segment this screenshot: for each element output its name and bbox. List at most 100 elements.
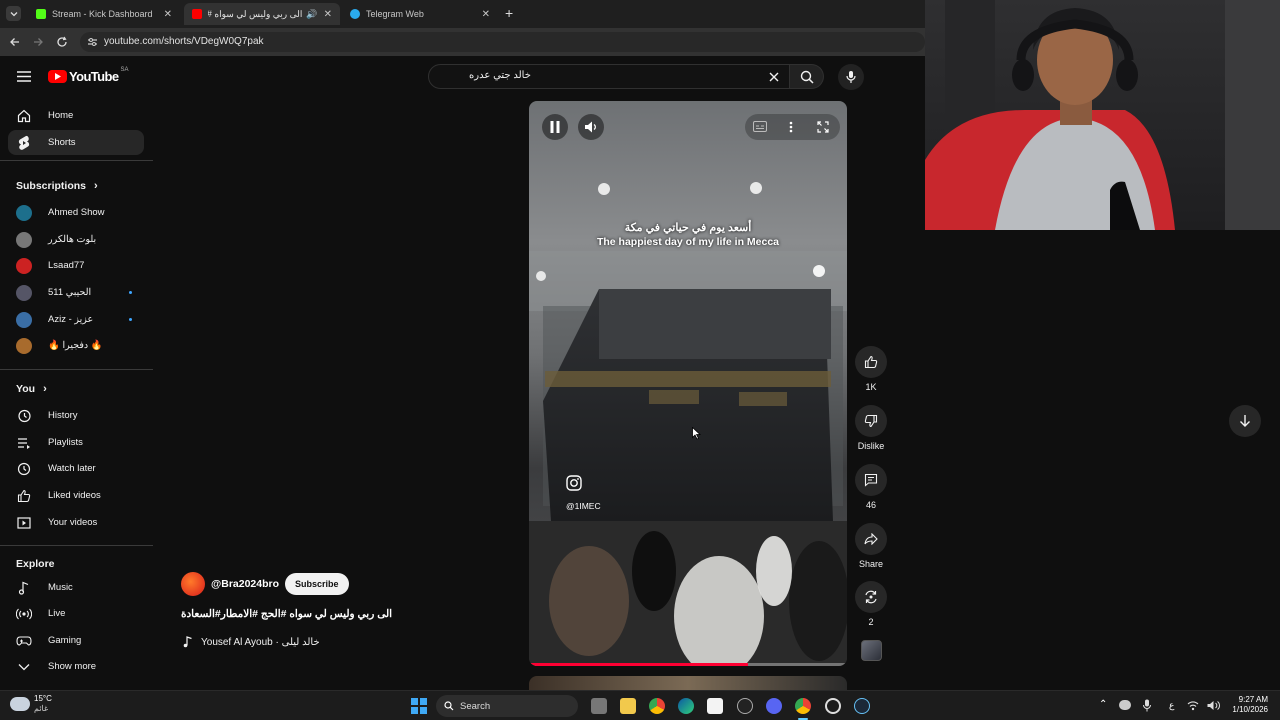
- sidebar-item-subscription[interactable]: بلوت هالكرر: [8, 227, 144, 252]
- clear-search-icon[interactable]: [769, 72, 779, 82]
- sound-label: Yousef Al Ayoub · خالد ليلى: [201, 636, 320, 648]
- chrome-icon[interactable]: [649, 698, 665, 714]
- clock[interactable]: 9:27 AM 1/10/2026: [1228, 695, 1268, 715]
- weather-widget[interactable]: 15°C غائم: [10, 694, 52, 714]
- search-icon: [800, 70, 814, 84]
- live-icon: [16, 606, 32, 622]
- sidebar-item-home[interactable]: Home: [8, 103, 144, 128]
- chatgpt-icon[interactable]: [737, 698, 753, 714]
- thumbs-down-icon: [864, 414, 878, 428]
- sidebar-item-history[interactable]: History: [8, 403, 144, 428]
- telegram-icon: [350, 9, 360, 19]
- sidebar-item-subscription[interactable]: الحيبي 511: [8, 280, 144, 305]
- play-square-icon: [16, 515, 32, 531]
- reload-icon[interactable]: [56, 36, 68, 48]
- tab-audio-icon[interactable]: 🔊: [306, 9, 317, 20]
- new-tab-button[interactable]: +: [505, 5, 513, 21]
- new-content-dot: [129, 291, 132, 294]
- tab-youtube[interactable]: الى ربي وليس لي سواه #الح 🔊 ✕: [184, 3, 340, 25]
- search-box[interactable]: خالد جتي عدره: [428, 64, 790, 89]
- captions-icon[interactable]: [753, 121, 767, 132]
- sidebar-item-shorts[interactable]: Shorts: [8, 130, 144, 155]
- sidebar-item-playlists[interactable]: Playlists: [8, 430, 144, 455]
- kick-icon: [36, 9, 46, 19]
- you-header[interactable]: You ›: [16, 383, 47, 395]
- store-icon[interactable]: [707, 698, 723, 714]
- dislike-button[interactable]: Dislike: [855, 405, 887, 451]
- close-tab-icon[interactable]: ✕: [482, 9, 490, 20]
- sidebar-item-watch-later[interactable]: Watch later: [8, 456, 144, 481]
- task-view-icon[interactable]: [591, 698, 607, 714]
- site-info-icon[interactable]: [87, 37, 98, 47]
- onedrive-icon[interactable]: [1119, 700, 1131, 710]
- weather-cloud-icon: [10, 697, 30, 711]
- voice-search-button[interactable]: [838, 64, 864, 90]
- avatar: [16, 284, 32, 301]
- next-short-preview[interactable]: [529, 676, 847, 690]
- sidebar-item-subscription[interactable]: Lsaad77: [8, 253, 144, 278]
- show-hidden-icons[interactable]: ⌃: [1099, 699, 1107, 710]
- tab-kick[interactable]: Stream - Kick Dashboard ✕: [28, 3, 180, 25]
- comments-button[interactable]: 46: [855, 464, 887, 510]
- subscribe-button[interactable]: Subscribe: [285, 573, 349, 595]
- close-tab-icon[interactable]: ✕: [164, 9, 172, 20]
- video-frame: [529, 182, 847, 666]
- sidebar-item-subscription[interactable]: 🔥 دفجيرا 🔥: [8, 333, 144, 358]
- forward-arrow-icon[interactable]: [32, 36, 44, 48]
- watermark-handle: @1IMEC: [566, 501, 601, 511]
- short-title[interactable]: الى ربي وليس لي سواه #الحج #الامطار#السع…: [181, 608, 411, 620]
- sidebar-item-music[interactable]: Music: [8, 575, 144, 600]
- sidebar-item-show-more[interactable]: Show more: [8, 654, 144, 679]
- steam-icon[interactable]: [854, 698, 870, 714]
- channel-avatar[interactable]: [181, 572, 205, 596]
- thumbs-up-icon: [864, 355, 878, 369]
- edge-icon[interactable]: [678, 698, 694, 714]
- file-explorer-icon[interactable]: [620, 698, 636, 714]
- subscriptions-header[interactable]: Subscriptions ›: [16, 180, 98, 192]
- back-arrow-icon[interactable]: [9, 36, 21, 48]
- search-button[interactable]: [790, 64, 824, 89]
- settings-icon[interactable]: [825, 698, 841, 714]
- weather-temp: 15°C: [34, 694, 52, 703]
- progress-track[interactable]: [529, 663, 847, 666]
- volume-icon[interactable]: [1207, 700, 1220, 711]
- tab-search-button[interactable]: [6, 6, 21, 21]
- sidebar-item-subscription[interactable]: Aziz - عزيز: [8, 307, 144, 332]
- history-icon: [16, 408, 32, 424]
- sidebar-item-subscription[interactable]: Ahmed Show: [8, 200, 144, 225]
- windows-taskbar: 15°C غائم Search ⌃ ع 9:27 AM 1/10/2026: [0, 690, 1280, 720]
- input-language[interactable]: ع: [1169, 700, 1174, 711]
- tab-telegram[interactable]: Telegram Web ✕: [342, 3, 498, 25]
- browser-tab-strip: Stream - Kick Dashboard ✕ الى ربي وليس ل…: [0, 0, 925, 28]
- mute-button[interactable]: [578, 114, 604, 140]
- chrome-active-icon[interactable]: [795, 698, 811, 714]
- search-input[interactable]: خالد جتي عدره: [469, 70, 531, 81]
- overlay-caption-ar: أسعد يوم في حياتي في مكة: [624, 222, 752, 234]
- sidebar-item-your-videos[interactable]: Your videos: [8, 510, 144, 535]
- url-text: youtube.com/shorts/VDegW0Q7pak: [104, 36, 264, 47]
- taskbar-search[interactable]: Search: [436, 695, 578, 717]
- shorts-video-player[interactable]: أسعد يوم في حياتي في مكة The happiest da…: [529, 101, 847, 666]
- sound-thumbnail[interactable]: [861, 640, 882, 661]
- address-bar[interactable]: youtube.com/shorts/VDegW0Q7pak: [80, 32, 925, 52]
- gamepad-icon: [16, 633, 32, 649]
- sidebar-item-liked-videos[interactable]: Liked videos: [8, 483, 144, 508]
- like-button[interactable]: 1K: [855, 346, 887, 392]
- fullscreen-icon[interactable]: [817, 121, 829, 133]
- sound-row[interactable]: Yousef Al Ayoub · خالد ليلى: [183, 636, 320, 648]
- sidebar-item-gaming[interactable]: Gaming: [8, 628, 144, 653]
- close-tab-icon[interactable]: ✕: [324, 9, 332, 20]
- start-button[interactable]: [411, 698, 427, 714]
- microphone-icon[interactable]: [1143, 699, 1151, 712]
- sidebar-item-live[interactable]: Live: [8, 601, 144, 626]
- remix-button[interactable]: 2: [855, 581, 887, 627]
- share-button[interactable]: Share: [855, 523, 887, 569]
- channel-name[interactable]: @Bra2024bro: [211, 578, 279, 590]
- next-short-button[interactable]: [1229, 405, 1261, 437]
- more-options-icon[interactable]: [789, 121, 793, 133]
- discord-icon[interactable]: [766, 698, 782, 714]
- wifi-icon[interactable]: [1187, 700, 1199, 711]
- pause-button[interactable]: [542, 114, 568, 140]
- clock-icon: [16, 461, 32, 477]
- search-icon: [444, 701, 454, 711]
